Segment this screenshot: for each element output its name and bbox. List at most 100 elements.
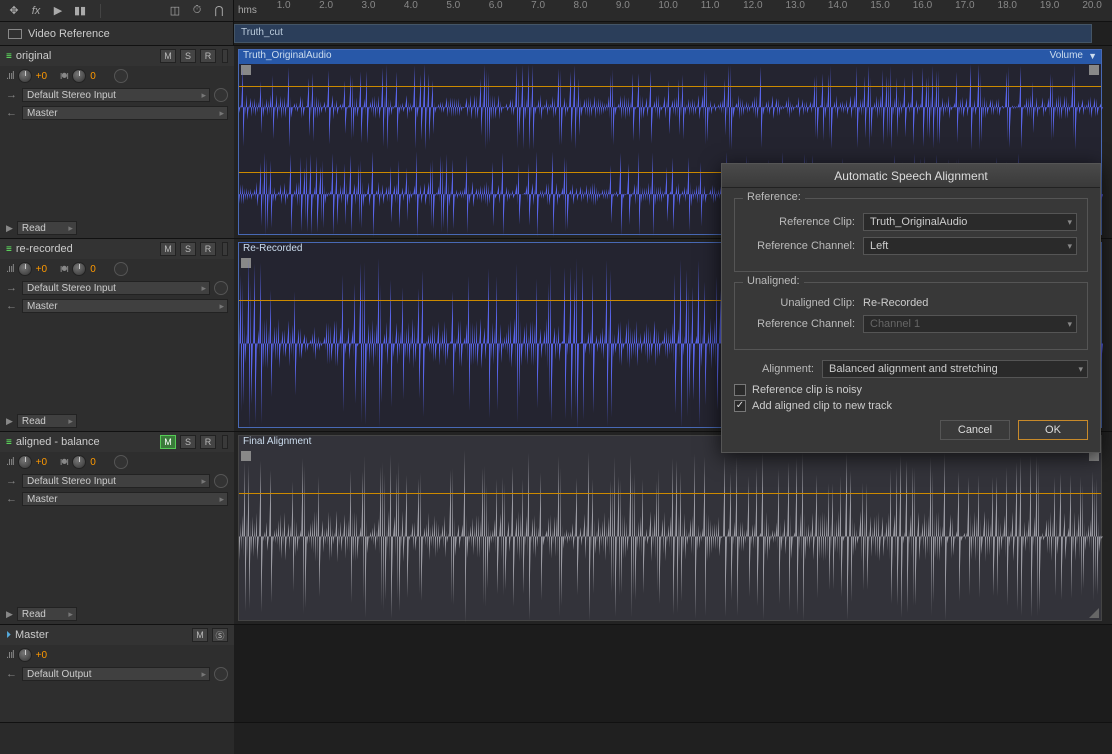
pan-icon: ı⏺ı — [60, 70, 69, 83]
audio-clip[interactable]: Final Alignment — [238, 435, 1102, 621]
ruler-tick: 17.0 — [955, 0, 974, 11]
timer-icon[interactable]: ⏱ — [189, 3, 205, 19]
volume-value: +0 — [36, 457, 56, 468]
ok-button[interactable]: OK — [1018, 420, 1088, 440]
expand-icon[interactable]: ▶ — [6, 416, 13, 427]
record-button[interactable]: R — [200, 435, 216, 449]
ruler-tick: 8.0 — [574, 0, 588, 11]
output-select[interactable]: Master — [22, 106, 228, 120]
play-icon[interactable]: ▶ — [50, 3, 66, 19]
cancel-button[interactable]: Cancel — [940, 420, 1010, 440]
volume-value: +0 — [36, 650, 56, 661]
fx-loop-button[interactable] — [114, 455, 128, 469]
track-header: ≡ original M S R .ııl +0 ı⏺ı0 →Default S… — [0, 46, 234, 239]
unaligned-channel-label: Reference Channel: — [745, 318, 855, 330]
pan-knob[interactable] — [72, 455, 86, 469]
input-select[interactable]: Default Stereo Input — [22, 281, 210, 295]
output-select[interactable]: Master — [22, 492, 228, 506]
ruler-tick: 5.0 — [446, 0, 460, 11]
track-expand-button[interactable] — [222, 49, 228, 63]
level-icon: .ııl — [6, 70, 14, 82]
headphones-icon[interactable]: ⋂ — [211, 3, 227, 19]
mute-button[interactable]: M — [160, 49, 176, 63]
input-select[interactable]: Default Stereo Input — [22, 474, 210, 488]
track-wave-icon: ⏵ — [6, 630, 11, 641]
volume-knob[interactable] — [18, 455, 32, 469]
alignment-select[interactable]: Balanced alignment and stretching — [822, 360, 1088, 378]
chevron-down-icon[interactable]: ▼ — [1088, 51, 1097, 61]
pan-value: 0 — [90, 264, 110, 275]
mute-button[interactable]: M — [160, 242, 176, 256]
solo-button[interactable]: S — [180, 242, 196, 256]
track-name[interactable]: aligned - balance — [16, 436, 156, 448]
mute-button[interactable]: M — [160, 435, 176, 449]
output-select[interactable]: Master — [22, 299, 228, 313]
reference-clip-label: Reference Clip: — [745, 216, 855, 228]
snap-icon[interactable]: ◫ — [167, 3, 183, 19]
speech-alignment-dialog: Automatic Speech Alignment Reference: Re… — [721, 163, 1101, 453]
ruler-tick: 1.0 — [277, 0, 291, 11]
pan-knob[interactable] — [72, 69, 86, 83]
volume-knob[interactable] — [18, 69, 32, 83]
automation-mode-select[interactable]: Read — [17, 414, 77, 428]
fx-icon[interactable]: fx — [28, 3, 44, 19]
new-track-checkbox[interactable] — [734, 400, 746, 412]
clip-volume-label[interactable]: Volume — [1050, 50, 1083, 61]
clip-title: Re-Recorded — [243, 243, 302, 254]
solo-button[interactable]: S — [180, 49, 196, 63]
volume-knob[interactable] — [18, 262, 32, 276]
input-monitor-button[interactable] — [214, 474, 228, 488]
input-monitor-button[interactable] — [214, 88, 228, 102]
automation-mode-select[interactable]: Read — [17, 607, 77, 621]
output-arrow-icon: ← — [6, 107, 18, 119]
pan-knob[interactable] — [72, 262, 86, 276]
expand-icon[interactable]: ▶ — [6, 223, 13, 234]
fx-loop-button[interactable] — [114, 262, 128, 276]
solo-button[interactable]: S — [180, 435, 196, 449]
track-lane[interactable]: Final Alignment — [234, 432, 1112, 625]
ruler-tick: 11.0 — [701, 0, 720, 11]
output-select[interactable]: Default Output — [22, 667, 210, 681]
clip-resize-handle[interactable] — [1089, 608, 1099, 618]
track-name[interactable]: original — [16, 50, 156, 62]
input-arrow-icon: → — [6, 475, 18, 487]
fx-loop-button[interactable] — [114, 69, 128, 83]
video-reference-panel: Video Reference — [0, 22, 234, 46]
ruler-tick: 13.0 — [786, 0, 805, 11]
ruler-tick: 4.0 — [404, 0, 418, 11]
pan-icon: ı⏺ı — [60, 263, 69, 276]
solo-button[interactable]: Ⓢ — [212, 628, 228, 642]
reference-channel-label: Reference Channel: — [745, 240, 855, 252]
timeline-ruler[interactable]: hms 1.02.03.04.05.06.07.08.09.010.011.01… — [234, 0, 1112, 22]
film-icon — [8, 29, 22, 39]
track-header: ≡ aligned - balance M S R .ııl +0 ı⏺ı0 →… — [0, 432, 234, 625]
expand-icon[interactable]: ▶ — [6, 609, 13, 620]
record-button[interactable]: R — [200, 242, 216, 256]
track-name[interactable]: re-recorded — [16, 243, 156, 255]
video-reference-clip[interactable]: Truth_cut — [234, 24, 1092, 43]
ruler-tick: 7.0 — [531, 0, 545, 11]
noisy-checkbox[interactable] — [734, 384, 746, 396]
record-button[interactable]: R — [200, 49, 216, 63]
reference-channel-select[interactable]: Left — [863, 237, 1077, 255]
dialog-title[interactable]: Automatic Speech Alignment — [722, 164, 1100, 188]
input-monitor-button[interactable] — [214, 281, 228, 295]
ruler-tick: 16.0 — [913, 0, 932, 11]
level-icon: .ııl — [6, 649, 14, 661]
track-expand-button[interactable] — [222, 242, 228, 256]
noisy-label: Reference clip is noisy — [752, 384, 862, 396]
ruler-unit: hms — [238, 5, 257, 16]
move-tool-icon[interactable]: ✥ — [6, 3, 22, 19]
automation-mode-select[interactable]: Read — [17, 221, 77, 235]
ruler-tick: 19.0 — [1040, 0, 1059, 11]
output-opt-button[interactable] — [214, 667, 228, 681]
track-expand-button[interactable] — [222, 435, 228, 449]
master-track-header: ⏵ Master M Ⓢ .ııl +0 ←Default Output — [0, 625, 234, 723]
volume-knob[interactable] — [18, 648, 32, 662]
chart-icon[interactable]: ▮▮ — [72, 3, 88, 19]
video-reference-lane[interactable]: Truth_cut — [234, 22, 1112, 46]
reference-clip-select[interactable]: Truth_OriginalAudio — [863, 213, 1077, 231]
input-select[interactable]: Default Stereo Input — [22, 88, 210, 102]
mute-button[interactable]: M — [192, 628, 208, 642]
track-name[interactable]: Master — [15, 629, 188, 641]
